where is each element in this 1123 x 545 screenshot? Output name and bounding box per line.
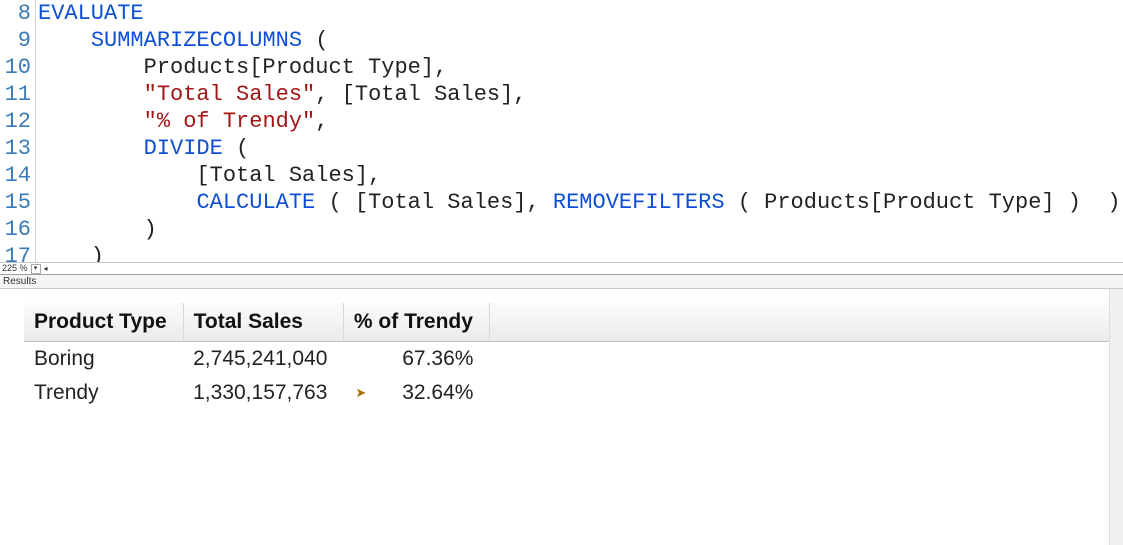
cell-percent: 32.64%➤ — [343, 376, 489, 410]
code-token: ( [Total Sales], — [315, 190, 553, 215]
cell-product-type: Trendy — [24, 376, 183, 410]
code-line[interactable]: EVALUATE — [38, 0, 1123, 27]
code-token: ( — [223, 136, 249, 161]
editor-zoom-strip: 225 % ▾ ◂ — [0, 262, 1123, 274]
code-token — [38, 28, 91, 53]
column-header[interactable]: Product Type — [24, 303, 183, 342]
code-token: Products[Product Type], — [38, 55, 447, 80]
code-token: , — [315, 109, 328, 134]
code-line[interactable]: SUMMARIZECOLUMNS ( — [38, 27, 1123, 54]
code-token — [38, 82, 144, 107]
cell-empty — [489, 376, 1109, 410]
cell-empty — [489, 342, 1109, 377]
scroll-left-icon[interactable]: ◂ — [41, 264, 51, 274]
keyword-token: CALCULATE — [196, 190, 315, 215]
code-area[interactable]: EVALUATE SUMMARIZECOLUMNS ( Products[Pro… — [36, 0, 1123, 274]
line-number: 12 — [0, 108, 31, 135]
results-pane-title: Results — [0, 275, 1123, 289]
code-line[interactable]: "Total Sales", [Total Sales], — [38, 81, 1123, 108]
keyword-token: REMOVEFILTERS — [553, 190, 725, 215]
line-number: 11 — [0, 81, 31, 108]
line-number: 14 — [0, 162, 31, 189]
code-token: ( — [302, 28, 328, 53]
keyword-token: DIVIDE — [144, 136, 223, 161]
column-header-empty — [489, 303, 1109, 342]
code-line[interactable]: DIVIDE ( — [38, 135, 1123, 162]
code-line[interactable]: ) — [38, 216, 1123, 243]
code-token: , [Total Sales], — [315, 82, 526, 107]
results-pane: Product Type Total Sales % of Trendy Bor… — [0, 289, 1123, 545]
string-token: "% of Trendy" — [144, 109, 316, 134]
column-header[interactable]: % of Trendy — [343, 303, 489, 342]
code-line[interactable]: CALCULATE ( [Total Sales], REMOVEFILTERS… — [38, 189, 1123, 216]
cursor-icon: ➤ — [355, 385, 366, 401]
line-number: 9 — [0, 27, 31, 54]
line-number: 8 — [0, 0, 31, 27]
cell-product-type: Boring — [24, 342, 183, 377]
zoom-level-label: 225 % — [0, 255, 30, 275]
vertical-scrollbar[interactable] — [1109, 289, 1123, 545]
string-token: "Total Sales" — [144, 82, 316, 107]
code-line[interactable]: Products[Product Type], — [38, 54, 1123, 81]
cell-percent: 67.36% — [343, 342, 489, 377]
code-token — [38, 190, 196, 215]
code-line[interactable]: [Total Sales], — [38, 162, 1123, 189]
code-token — [38, 136, 144, 161]
table-row[interactable]: Trendy1,330,157,76332.64%➤ — [24, 376, 1109, 410]
table-row[interactable]: Boring2,745,241,04067.36% — [24, 342, 1109, 377]
column-header[interactable]: Total Sales — [183, 303, 343, 342]
line-number: 16 — [0, 216, 31, 243]
line-number-gutter: 891011121314151617 — [0, 0, 36, 274]
keyword-token: EVALUATE — [38, 1, 144, 26]
cell-total-sales: 1,330,157,763 — [183, 376, 343, 410]
line-number: 15 — [0, 189, 31, 216]
code-token — [38, 109, 144, 134]
line-number: 13 — [0, 135, 31, 162]
code-token: ) — [38, 217, 157, 242]
line-number: 10 — [0, 54, 31, 81]
code-line[interactable]: "% of Trendy", — [38, 108, 1123, 135]
results-table: Product Type Total Sales % of Trendy Bor… — [24, 303, 1109, 410]
keyword-token: SUMMARIZECOLUMNS — [91, 28, 302, 53]
code-editor[interactable]: 891011121314151617 EVALUATE SUMMARIZECOL… — [0, 0, 1123, 275]
results-header-row: Product Type Total Sales % of Trendy — [24, 303, 1109, 342]
cell-total-sales: 2,745,241,040 — [183, 342, 343, 377]
zoom-dropdown-icon[interactable]: ▾ — [31, 264, 41, 274]
code-token: ( Products[Product Type] ) ) — [725, 190, 1121, 215]
code-token: [Total Sales], — [38, 163, 381, 188]
